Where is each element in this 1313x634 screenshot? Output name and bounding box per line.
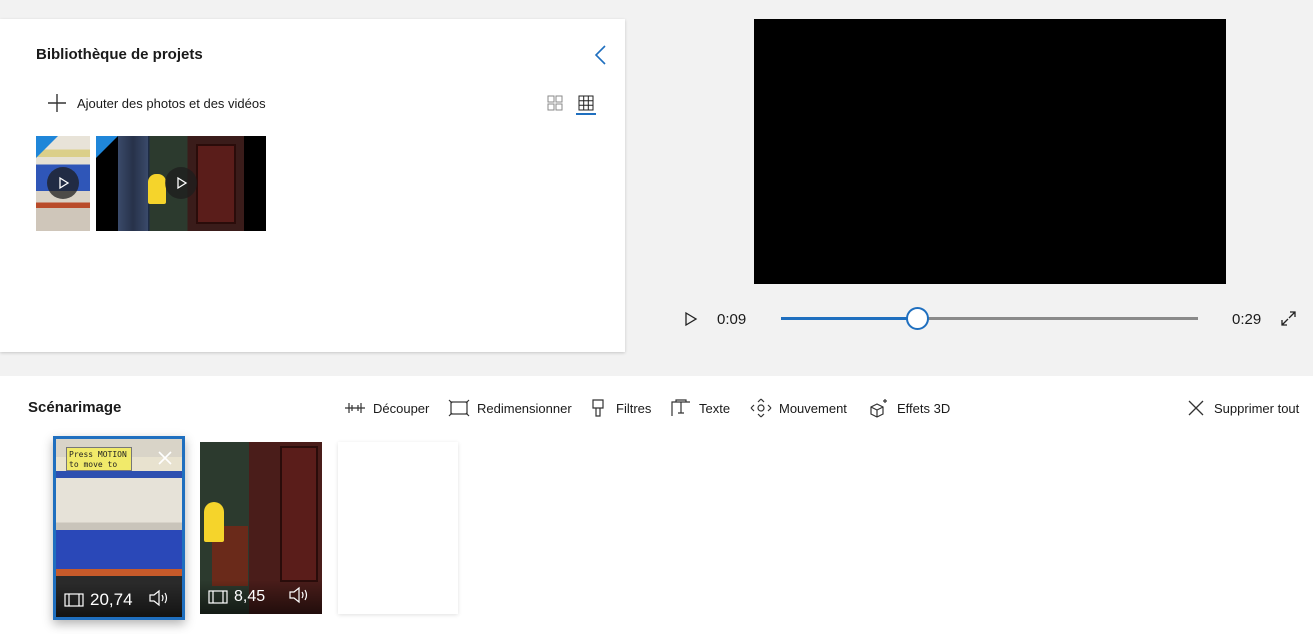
text-label: Texte bbox=[699, 400, 731, 416]
in-use-marker bbox=[96, 136, 118, 158]
small-thumbnail-view-button[interactable] bbox=[576, 93, 596, 115]
chevron-left-icon bbox=[594, 45, 606, 65]
seek-progress bbox=[781, 317, 918, 320]
clip-duration: 20,74 bbox=[90, 590, 133, 609]
trim-label: Découper bbox=[373, 400, 430, 416]
play-icon bbox=[685, 311, 698, 327]
filters-label: Filtres bbox=[616, 400, 652, 416]
resize-button[interactable]: Redimensionner bbox=[448, 398, 572, 418]
active-view-indicator bbox=[576, 113, 596, 115]
empty-storyboard-slot[interactable] bbox=[338, 442, 458, 614]
film-icon bbox=[208, 590, 228, 604]
resize-label: Redimensionner bbox=[477, 400, 572, 416]
filters-button[interactable]: Filtres bbox=[587, 398, 651, 418]
grid-small-icon bbox=[578, 95, 594, 111]
seek-handle[interactable] bbox=[906, 307, 930, 330]
video-preview[interactable] bbox=[754, 19, 1226, 284]
close-icon bbox=[1188, 400, 1204, 416]
speaker-icon bbox=[149, 589, 168, 607]
storyboard-clip-1[interactable]: Press MOTION to move to 20,74 bbox=[53, 436, 185, 620]
storyboard-panel: Scénarimage Découper Redimensionner Filt… bbox=[0, 376, 1313, 634]
close-icon bbox=[158, 451, 172, 465]
effects-3d-button[interactable]: Effets 3D bbox=[868, 398, 950, 418]
storyboard-clip-2[interactable]: 8,45 bbox=[200, 442, 322, 614]
trim-button[interactable]: Découper bbox=[344, 398, 429, 418]
play-icon bbox=[59, 176, 70, 190]
expand-icon bbox=[1281, 311, 1296, 326]
clip-volume-button[interactable] bbox=[288, 586, 310, 604]
cube-sparkle-icon bbox=[870, 399, 887, 418]
library-item-clip-1[interactable] bbox=[36, 136, 90, 231]
play-button[interactable] bbox=[683, 310, 699, 328]
speaker-icon bbox=[289, 586, 308, 604]
fullscreen-button[interactable] bbox=[1280, 310, 1297, 327]
remove-clip-button[interactable] bbox=[156, 449, 174, 467]
clip-duration: 8,45 bbox=[234, 588, 266, 605]
trim-icon bbox=[345, 403, 365, 413]
delete-all-button[interactable]: Supprimer tout bbox=[1185, 398, 1299, 418]
text-icon bbox=[671, 399, 690, 416]
seek-slider[interactable] bbox=[781, 307, 1198, 330]
large-thumbnail-view-button[interactable] bbox=[546, 93, 564, 113]
library-item-clip-2[interactable] bbox=[96, 136, 266, 231]
plus-icon bbox=[48, 94, 66, 112]
film-icon bbox=[64, 593, 84, 607]
current-time: 0:09 bbox=[717, 311, 747, 328]
add-media-label: Ajouter des photos et des vidéos bbox=[77, 95, 266, 111]
play-preview-button[interactable] bbox=[47, 167, 79, 199]
motion-button[interactable]: Mouvement bbox=[750, 398, 847, 418]
motion-icon bbox=[750, 398, 772, 418]
collapse-library-button[interactable] bbox=[590, 43, 612, 67]
text-button[interactable]: Texte bbox=[670, 398, 730, 418]
grid-large-icon bbox=[547, 95, 563, 111]
in-use-marker bbox=[36, 136, 58, 158]
effects-3d-label: Effets 3D bbox=[897, 400, 951, 416]
project-library-panel: Bibliothèque de projets Ajouter des phot… bbox=[0, 19, 625, 352]
play-icon bbox=[177, 176, 188, 190]
motion-label: Mouvement bbox=[779, 400, 847, 416]
clip-footer: 8,45 bbox=[200, 580, 322, 614]
clip-volume-button[interactable] bbox=[148, 589, 170, 607]
play-preview-button[interactable] bbox=[165, 167, 197, 199]
add-media-button[interactable]: Ajouter des photos et des vidéos bbox=[46, 92, 266, 114]
storyboard-title: Scénarimage bbox=[28, 399, 122, 416]
brush-icon bbox=[592, 399, 604, 417]
resize-icon bbox=[448, 399, 470, 417]
delete-all-label: Supprimer tout bbox=[1214, 400, 1300, 416]
clip-footer: 20,74 bbox=[56, 583, 182, 617]
library-title: Bibliothèque de projets bbox=[36, 46, 203, 63]
clip-caption: Press MOTION to move to bbox=[66, 447, 132, 471]
total-time: 0:29 bbox=[1232, 311, 1262, 328]
